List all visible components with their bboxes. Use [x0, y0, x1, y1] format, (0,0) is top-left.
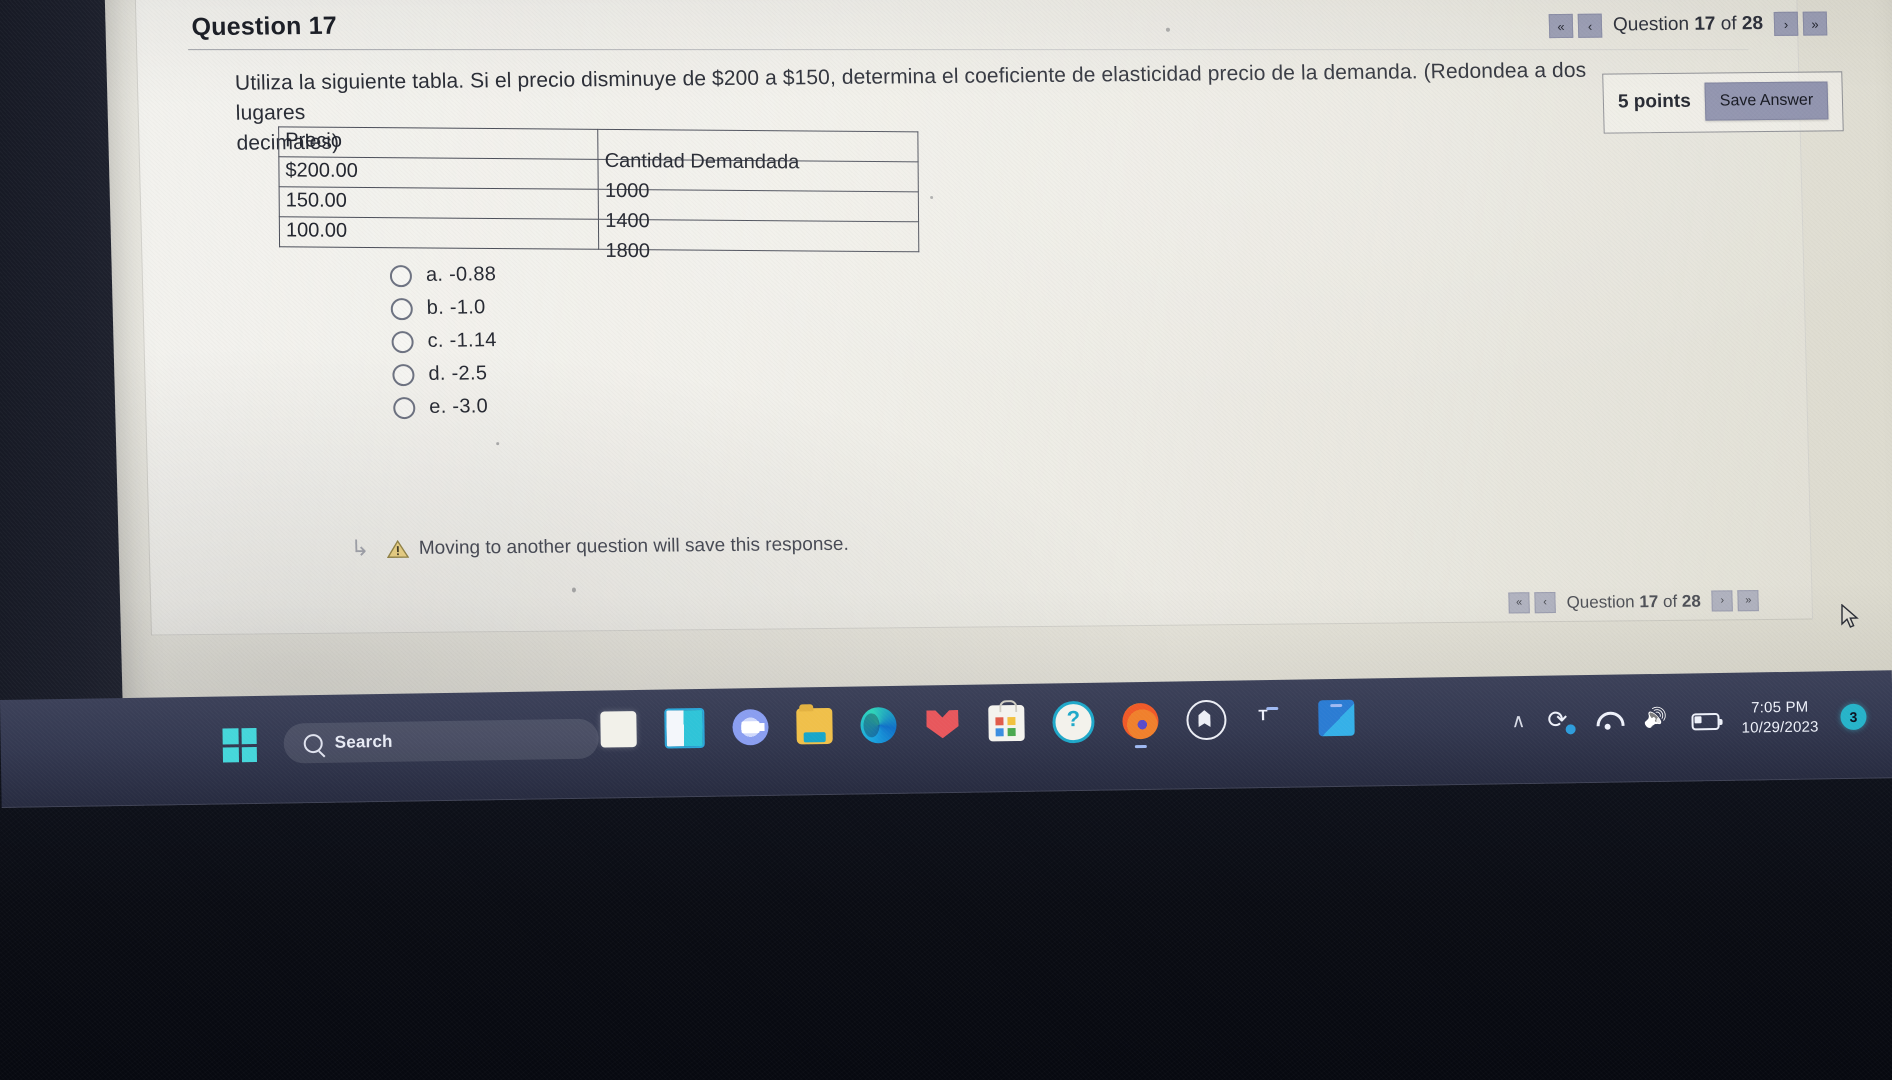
pager-top-prefix: Question — [1612, 13, 1695, 36]
screen-area: ponse. Question 17 Utiliza la siguiente … — [0, 0, 1892, 740]
shield-badge-icon[interactable] — [1186, 699, 1227, 741]
answer-option-d[interactable]: d. -2.5 — [392, 357, 499, 391]
pager-top-current: 17 — [1694, 13, 1716, 35]
radio-button-icon[interactable] — [389, 264, 413, 287]
notification-badge[interactable]: 3 — [1840, 703, 1867, 730]
first-question-button[interactable]: « — [1548, 13, 1574, 39]
answer-option-c[interactable]: c. -1.14 — [391, 324, 498, 358]
dust-speck — [1165, 27, 1171, 32]
clock-time: 7:05 PM — [1751, 698, 1809, 717]
file-explorer-icon[interactable] — [796, 707, 833, 745]
microsoft-store-icon[interactable] — [988, 704, 1025, 742]
onedrive-sync-icon[interactable] — [1547, 709, 1573, 733]
firefox-icon[interactable] — [1122, 702, 1159, 740]
pager-top-total: 28 — [1741, 13, 1764, 35]
microsoft-teams-icon[interactable] — [1254, 701, 1291, 738]
indent-arrow-icon: ↳ — [350, 535, 370, 561]
previous-question-button[interactable]: ‹ — [1577, 13, 1603, 38]
dust-speck — [571, 587, 577, 593]
save-warning: Moving to another question will save thi… — [386, 533, 849, 560]
pager-top-middle: of — [1715, 13, 1743, 35]
points-label: 5 points — [1617, 90, 1692, 113]
pager-bottom-prefix: Question — [1566, 591, 1640, 612]
show-hidden-icons-chevron-icon[interactable]: ∧ — [1511, 711, 1525, 732]
help-icon[interactable]: ? — [1052, 700, 1095, 744]
last-question-button[interactable]: » — [1802, 11, 1828, 36]
widgets-icon[interactable] — [664, 707, 705, 749]
table-cell-precio-2: 150.00 — [279, 186, 599, 220]
radio-button-icon[interactable] — [392, 396, 416, 419]
pager-top[interactable]: « ‹ Question 17 of 28 › » — [1548, 11, 1828, 39]
radio-button-icon[interactable] — [392, 363, 415, 386]
save-answer-button[interactable]: Save Answer — [1704, 81, 1829, 121]
warning-triangle-icon — [386, 539, 410, 558]
search-placeholder: Search — [334, 731, 393, 752]
save-warning-text: Moving to another question will save thi… — [418, 533, 849, 559]
page-title: Question 17 — [191, 11, 338, 42]
microsoft-word-icon[interactable] — [1318, 699, 1355, 737]
table-cell-precio-1: $200.00 — [278, 156, 599, 190]
table-header-precio: Precio — [278, 126, 599, 160]
wifi-icon[interactable] — [1595, 708, 1621, 732]
next-question-button[interactable]: › — [1773, 11, 1799, 36]
mouse-cursor-icon — [1841, 604, 1859, 628]
radio-button-icon[interactable] — [390, 297, 414, 320]
volume-icon[interactable] — [1643, 708, 1669, 732]
edge-icon[interactable] — [860, 706, 897, 744]
answer-option-d-label: d. -2.5 — [428, 362, 488, 385]
pager-bottom-current: 17 — [1639, 591, 1659, 611]
taskbar-app-icons: ? — [600, 697, 1355, 751]
title-divider — [188, 49, 1749, 51]
search-input[interactable]: Search — [283, 718, 599, 764]
table-cell-precio-3: 100.00 — [279, 216, 599, 250]
pager-bottom[interactable]: « ‹ Question 17 of 28 › » — [1508, 590, 1760, 614]
next-question-button-bottom[interactable]: › — [1711, 590, 1734, 612]
pager-bottom-label: Question 17 of 28 — [1560, 591, 1707, 612]
pager-bottom-total: 28 — [1681, 591, 1702, 611]
answer-option-e[interactable]: e. -3.0 — [392, 390, 500, 424]
battery-icon[interactable] — [1691, 712, 1720, 731]
answer-option-c-label: c. -1.14 — [427, 329, 497, 352]
clock[interactable]: 7:05 PM 10/29/2023 — [1741, 697, 1819, 738]
table-header-cantidad: Cantidad Demandada — [597, 129, 919, 173]
first-question-button-bottom[interactable]: « — [1508, 592, 1530, 614]
system-tray: ∧ 7:05 PM 10/29/2023 3 — [1511, 697, 1867, 742]
sticky-note-icon[interactable] — [600, 711, 637, 748]
search-icon — [303, 733, 323, 753]
pager-bottom-middle: of — [1658, 591, 1683, 611]
mcafee-icon[interactable] — [924, 706, 961, 743]
clock-date: 10/29/2023 — [1741, 718, 1819, 737]
previous-question-button-bottom[interactable]: ‹ — [1534, 592, 1556, 614]
answer-option-b-label: b. -1.0 — [426, 296, 486, 319]
windows-start-icon[interactable] — [222, 727, 258, 763]
price-demand-table: Precio Cantidad Demandada $200.00 1000 1… — [278, 126, 919, 262]
answer-option-b[interactable]: b. -1.0 — [390, 291, 497, 325]
dust-speck — [930, 196, 934, 200]
dust-speck — [496, 442, 500, 446]
pager-top-label: Question 17 of 28 — [1607, 13, 1770, 37]
answer-options: a. -0.88 b. -1.0 c. -1.14 d. -2.5 e. -3.… — [389, 258, 500, 424]
question-prompt-line-1: Utiliza la siguiente tabla. Si el precio… — [234, 58, 1587, 125]
answer-option-e-label: e. -3.0 — [428, 395, 489, 418]
video-meeting-icon[interactable] — [732, 708, 769, 746]
answer-option-a-label: a. -0.88 — [425, 263, 497, 286]
laptop-screen-photo: ponse. Question 17 Utiliza la siguiente … — [0, 0, 1892, 1080]
points-and-save-container: 5 points Save Answer — [1602, 71, 1844, 134]
answer-option-a[interactable]: a. -0.88 — [389, 258, 497, 292]
radio-button-icon[interactable] — [391, 330, 414, 353]
browser-page: ponse. Question 17 Utiliza la siguiente … — [104, 0, 1892, 740]
last-question-button-bottom[interactable]: » — [1737, 590, 1760, 612]
